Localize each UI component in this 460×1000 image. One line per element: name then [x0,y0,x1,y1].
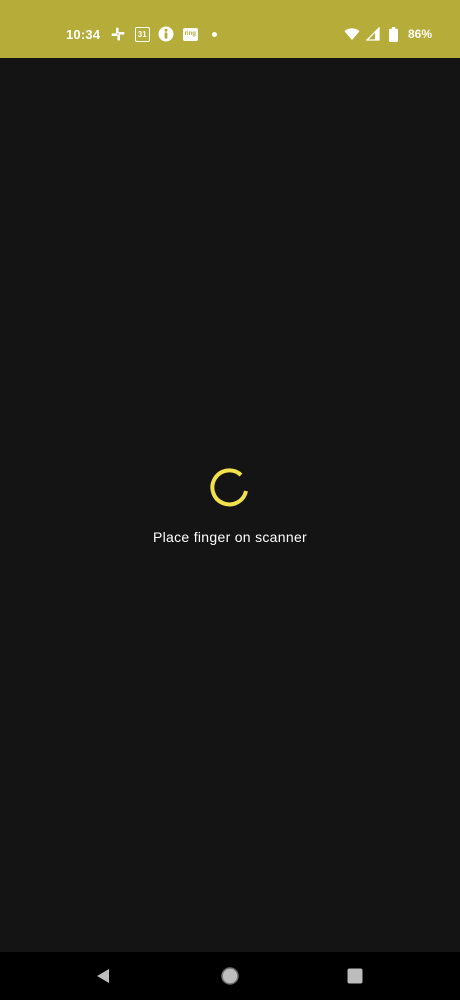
status-time: 10:34 [66,26,101,42]
info-circle-icon [158,26,174,42]
status-bar-right: 86% [344,25,432,43]
recents-icon[interactable] [345,966,365,986]
navigation-bar [0,952,460,1000]
status-bar-left: 10:34 31 ring [66,25,218,43]
loading-spinner-icon [210,468,248,507]
status-bar: 10:34 31 ring 86% [0,0,460,58]
calendar-icon: 31 [134,26,150,42]
wifi-icon [344,26,360,42]
battery-icon [386,26,402,42]
ring-label: ring [182,27,198,41]
signal-icon [365,26,381,42]
slack-icon [110,26,126,42]
ring-icon: ring [182,26,198,42]
home-icon[interactable] [220,966,240,986]
scanner-prompt: Place finger on scanner [153,529,307,545]
notification-dot-icon [212,31,218,37]
calendar-day: 31 [134,26,150,42]
battery-percent: 86% [407,27,432,41]
fingerprint-scan-screen: 10:34 31 ring 86% Place finger on scanne… [0,0,460,1000]
back-icon[interactable] [93,966,113,986]
